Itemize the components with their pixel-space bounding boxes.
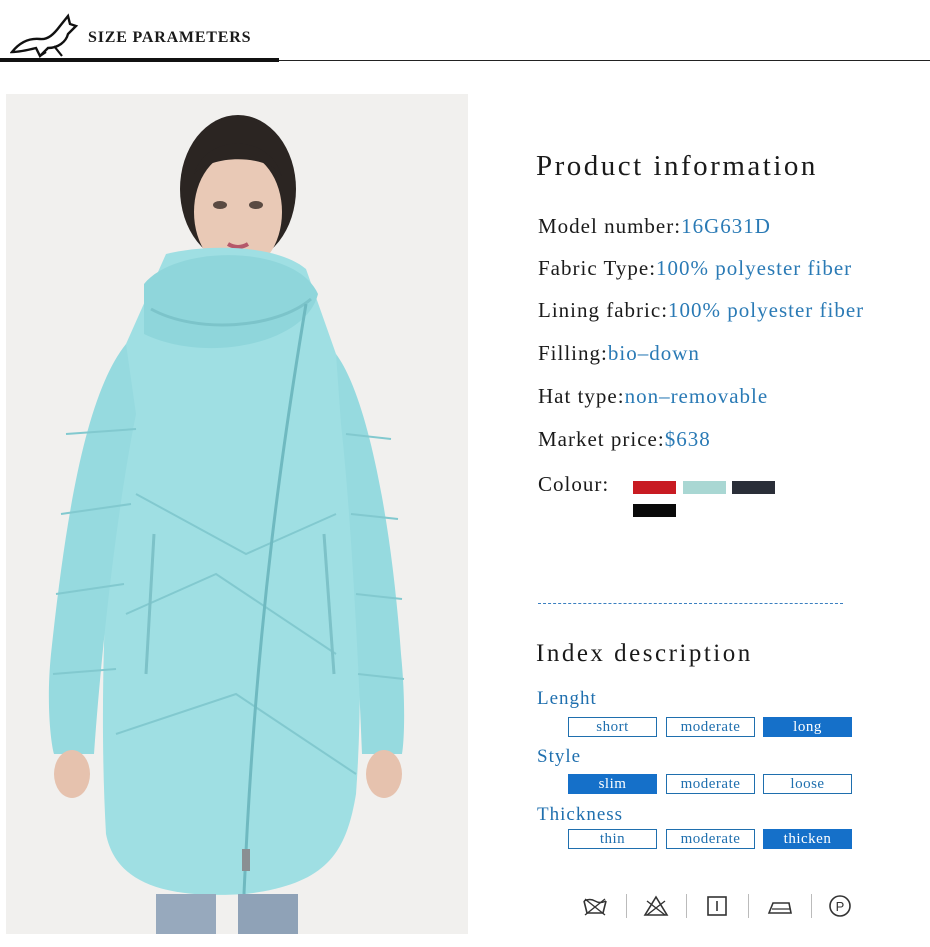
- option-moderate: moderate: [666, 717, 755, 737]
- colour-label: Colour:: [538, 472, 610, 496]
- colour-swatch-light-blue[interactable]: [683, 481, 726, 494]
- info-row-price: Market price:$638: [538, 427, 711, 452]
- index-label-thickness: Thickness: [537, 804, 624, 825]
- colour-swatch-red[interactable]: [633, 481, 676, 494]
- index-label-style: Style: [537, 746, 582, 767]
- info-value: bio–down: [607, 341, 700, 365]
- info-value: 16G631D: [681, 214, 771, 238]
- info-label: Hat type:: [538, 384, 625, 408]
- info-row-hat: Hat type:non–removable: [538, 384, 768, 409]
- info-row-model: Model number:16G631D: [538, 214, 771, 239]
- info-label: Market price:: [538, 427, 665, 451]
- no-bleach-icon: [643, 895, 669, 916]
- info-value: non–removable: [624, 384, 769, 408]
- section-divider: [538, 603, 843, 604]
- dry-clean-p-icon: P: [829, 895, 851, 917]
- iron-icon: [767, 902, 792, 914]
- info-row-fabric: Fabric Type:100% polyester fiber: [538, 256, 852, 281]
- header-divider-accent: [0, 58, 279, 62]
- tumble-dry-icon: [707, 896, 727, 916]
- info-label: Lining fabric:: [538, 298, 669, 322]
- header-title: SIZE PARAMETERS: [88, 29, 252, 46]
- option-short: short: [568, 717, 657, 737]
- info-value: $638: [664, 427, 711, 451]
- info-value: 100% polyester fiber: [656, 256, 853, 280]
- info-row-filling: Filling:bio–down: [538, 341, 700, 366]
- running-fox-logo: [10, 13, 79, 58]
- no-wash-icon: [583, 898, 607, 916]
- care-divider: [626, 894, 627, 918]
- colour-swatch-black[interactable]: [633, 504, 676, 517]
- option-long: long: [763, 717, 852, 737]
- colour-swatch-navy[interactable]: [732, 481, 775, 494]
- svg-text:P: P: [836, 899, 845, 914]
- option-thin: thin: [568, 829, 657, 849]
- care-divider: [686, 894, 687, 918]
- product-info-title: Product information: [536, 150, 818, 182]
- care-divider: [811, 894, 812, 918]
- info-label: Fabric Type:: [538, 256, 657, 280]
- option-thicken: thicken: [763, 829, 852, 849]
- option-slim: slim: [568, 774, 657, 794]
- option-moderate: moderate: [666, 774, 755, 794]
- care-divider: [748, 894, 749, 918]
- info-value: 100% polyester fiber: [668, 298, 865, 322]
- info-label: Filling:: [538, 341, 608, 365]
- option-moderate: moderate: [666, 829, 755, 849]
- info-label: Model number:: [538, 214, 682, 238]
- index-title: Index description: [536, 640, 753, 667]
- product-photo: [6, 94, 468, 934]
- info-row-lining: Lining fabric:100% polyester fiber: [538, 298, 864, 323]
- page-header: SIZE PARAMETERS: [0, 0, 930, 66]
- index-label-length: Lenght: [537, 688, 597, 709]
- option-loose: loose: [763, 774, 852, 794]
